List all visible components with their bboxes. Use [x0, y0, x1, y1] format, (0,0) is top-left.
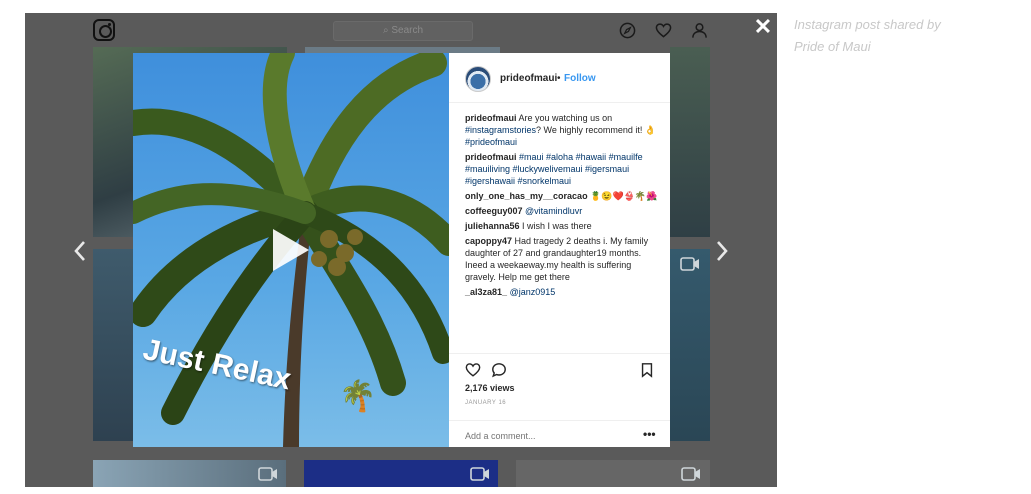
- post-video[interactable]: Just Relax 🌴: [133, 53, 449, 447]
- add-comment-bar: •••: [449, 420, 670, 448]
- post-header: prideofmaui • Follow: [449, 53, 670, 103]
- search-input[interactable]: ⌕ Search: [333, 21, 473, 41]
- avatar[interactable]: [465, 66, 491, 92]
- close-button[interactable]: ✕: [752, 16, 774, 38]
- chevron-left-icon[interactable]: [71, 239, 89, 263]
- comments-panel: prideofmaui • Follow prideofmaui Are you…: [449, 53, 670, 447]
- post-modal: Just Relax 🌴 prideofmaui • Follow prideo…: [133, 53, 670, 447]
- instagram-logo[interactable]: [93, 19, 115, 41]
- separator-dot: •: [557, 73, 561, 84]
- view-count: 2,176 views: [465, 383, 515, 393]
- list-item: prideofmaui Are you watching us on #inst…: [465, 112, 661, 148]
- mention-link[interactable]: @janz0915: [510, 287, 556, 297]
- heart-icon[interactable]: [465, 362, 481, 378]
- palm-emoji: 🌴: [339, 380, 377, 413]
- list-item: only_one_has_my__coracao 🍍😉❤️👙🌴🌺: [465, 190, 661, 202]
- lightbox-overlay: ⌕ Search ✕ Just Relax 🌴 prideofmaui • Fo…: [25, 13, 777, 487]
- comment-text: Are you watching us on: [518, 113, 613, 123]
- feed-tile: [304, 460, 498, 487]
- heart-icon[interactable]: [655, 22, 672, 39]
- feed-tile: [93, 249, 133, 441]
- video-camera-icon: [470, 467, 489, 481]
- top-navigation-bar: ⌕ Search ✕: [25, 13, 777, 47]
- more-options-button[interactable]: •••: [643, 427, 656, 441]
- hashtag-link[interactable]: #instagramstories: [465, 125, 536, 135]
- comment-username[interactable]: only_one_has_my__coracao: [465, 191, 588, 201]
- hashtag-link[interactable]: #prideofmaui: [465, 137, 517, 147]
- feed-tile: [670, 249, 710, 441]
- comment-text: ? We highly recommend it! 👌: [536, 125, 657, 135]
- bookmark-icon[interactable]: [639, 362, 655, 378]
- caption-line: Pride of Maui: [794, 39, 871, 54]
- comment-username[interactable]: prideofmaui: [465, 113, 517, 123]
- list-item: _al3za81_ @janz0915: [465, 286, 661, 298]
- mention-link[interactable]: @vitamindluvr: [525, 206, 582, 216]
- chevron-right-icon[interactable]: [713, 239, 731, 263]
- comment-text: I wish I was there: [522, 221, 592, 231]
- post-username[interactable]: prideofmaui: [500, 73, 557, 84]
- list-item: prideofmaui #maui #aloha #hawaii #mauilf…: [465, 151, 661, 187]
- comment-username[interactable]: _al3za81_: [465, 287, 507, 297]
- embed-caption: Instagram post shared by Pride of Maui: [794, 14, 994, 58]
- comment-username[interactable]: capoppy47: [465, 236, 512, 246]
- feed-tile: [670, 47, 710, 237]
- add-comment-input[interactable]: [465, 429, 625, 443]
- list-item: capoppy47 Had tragedy 2 deaths i. My fam…: [465, 235, 661, 283]
- comment-username[interactable]: prideofmaui: [465, 152, 517, 162]
- post-actions: 2,176 views JANUARY 16 •••: [449, 353, 670, 447]
- video-camera-icon: [258, 467, 277, 481]
- person-icon[interactable]: [691, 22, 708, 39]
- search-placeholder: Search: [391, 25, 424, 36]
- list-item: coffeeguy007 @vitamindluvr: [465, 205, 661, 217]
- video-camera-icon: [680, 257, 699, 271]
- comment-username[interactable]: coffeeguy007: [465, 206, 523, 216]
- compass-icon[interactable]: [619, 22, 636, 39]
- post-date: JANUARY 16: [465, 400, 507, 406]
- follow-button[interactable]: Follow: [564, 73, 596, 84]
- video-camera-icon: [681, 467, 700, 481]
- comment-icon[interactable]: [491, 362, 507, 378]
- caption-line: Instagram post shared by: [794, 17, 941, 32]
- list-item: juliehanna56 I wish I was there: [465, 220, 661, 232]
- comment-list: prideofmaui Are you watching us on #inst…: [465, 112, 661, 301]
- comment-username[interactable]: juliehanna56: [465, 221, 520, 231]
- comment-text: 🍍😉❤️👙🌴🌺: [590, 191, 658, 201]
